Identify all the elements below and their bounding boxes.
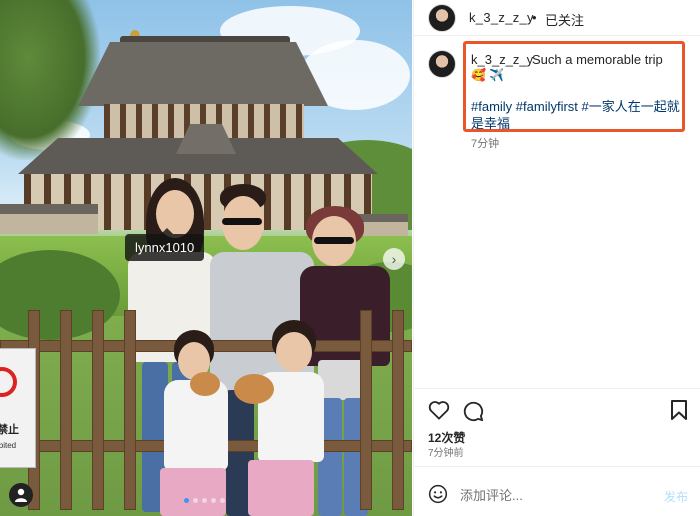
header-separator: • bbox=[532, 10, 537, 25]
save-button[interactable] bbox=[670, 400, 688, 425]
show-tags-button[interactable] bbox=[9, 483, 33, 507]
comment-icon bbox=[463, 401, 484, 422]
sign-text: 禁止 bbox=[0, 424, 19, 436]
deer-plush bbox=[190, 372, 220, 396]
caption-username[interactable]: k_3_z_z_y bbox=[471, 52, 533, 67]
carousel-dot bbox=[202, 498, 207, 503]
post-comment-button[interactable]: 发布 bbox=[664, 488, 688, 505]
prohibited-sign: 禁止 ibited bbox=[0, 348, 36, 468]
user-tag[interactable]: lynnx1010 bbox=[125, 228, 205, 261]
smiley-icon bbox=[428, 484, 448, 504]
post-photo[interactable]: 禁止 ibited lynnx1010 › bbox=[0, 0, 412, 516]
carousel-indicator bbox=[184, 498, 225, 503]
divider bbox=[414, 388, 700, 389]
emoji-button[interactable] bbox=[428, 484, 448, 509]
chevron-right-icon: › bbox=[391, 251, 397, 267]
caption-text: Such a memorable trip bbox=[532, 52, 663, 67]
no-entry-icon bbox=[0, 367, 17, 397]
deer-plush bbox=[234, 374, 274, 404]
comment-button[interactable] bbox=[462, 400, 484, 427]
gable bbox=[176, 124, 236, 154]
caption-avatar[interactable] bbox=[428, 50, 456, 78]
carousel-dot bbox=[184, 498, 189, 503]
author-username[interactable]: k_3_z_z_y bbox=[469, 10, 534, 25]
carousel-dot bbox=[211, 498, 216, 503]
carousel-dot bbox=[193, 498, 198, 503]
comment-input[interactable] bbox=[460, 486, 650, 504]
caption-emoji: 🥰 ✈️ bbox=[471, 68, 505, 82]
sign-subtext: ibited bbox=[0, 441, 17, 450]
side-building bbox=[0, 204, 98, 234]
divider bbox=[414, 466, 700, 467]
caption-hashtags[interactable]: #family #familyfirst #一家人在一起就是幸福 bbox=[471, 98, 683, 132]
divider bbox=[414, 35, 700, 36]
next-image-button[interactable]: › bbox=[383, 248, 405, 270]
bookmark-icon bbox=[671, 400, 687, 420]
like-button[interactable] bbox=[428, 400, 450, 425]
author-avatar[interactable] bbox=[428, 4, 456, 32]
person-icon bbox=[15, 488, 27, 502]
upper-roof bbox=[78, 42, 328, 106]
caption-time: 7分钟 bbox=[471, 138, 500, 150]
post-timestamp: 7分钟前 bbox=[428, 448, 464, 459]
post-side-panel: k_3_z_z_y • 已关注 k_3_z_z_y Such a memorab… bbox=[413, 0, 700, 516]
follow-status[interactable]: 已关注 bbox=[545, 10, 584, 29]
carousel-dot bbox=[220, 498, 225, 503]
heart-icon bbox=[428, 401, 450, 420]
